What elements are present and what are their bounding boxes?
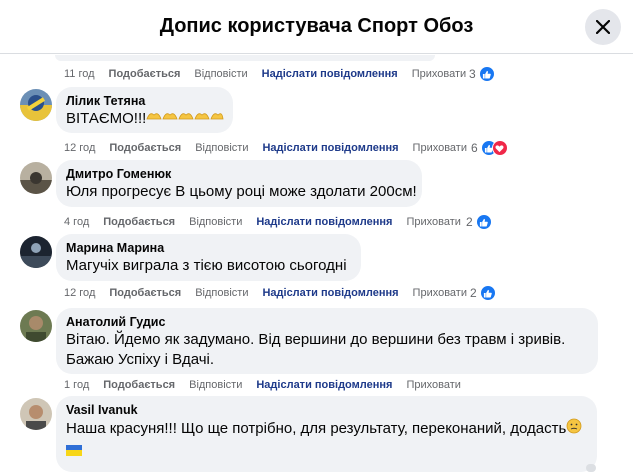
hide-link[interactable]: Приховати <box>406 379 460 391</box>
reaction-summary[interactable]: 3 <box>469 65 495 83</box>
reply-link[interactable]: Відповісти <box>189 216 242 228</box>
comment-time[interactable]: 1 год <box>64 379 89 391</box>
comment-author[interactable]: Анатолий Гудис <box>66 314 588 330</box>
scroll-indicator[interactable] <box>586 464 596 472</box>
reaction-count: 2 <box>466 215 473 229</box>
like-link[interactable]: Подобається <box>109 68 181 80</box>
love-reaction-icon <box>491 140 508 156</box>
reaction-count: 6 <box>471 141 478 155</box>
send-message-link[interactable]: Надіслати повідомлення <box>256 379 392 391</box>
like-link[interactable]: Подобається <box>109 287 181 299</box>
avatar[interactable] <box>20 89 52 121</box>
previous-comment-bubble <box>55 55 435 61</box>
like-link[interactable]: Подобається <box>103 379 175 391</box>
comment-time[interactable]: 12 год <box>64 142 95 154</box>
comment-text-line-2: Бажаю Успіху і Вдачі. <box>66 351 215 368</box>
dialog-header: Допис користувача Спорт Обоз <box>0 0 633 54</box>
send-message-link[interactable]: Надіслати повідомлення <box>262 68 398 80</box>
comment-text-content: Наша красуня!!! Що ще потрібно, для резу… <box>66 419 567 437</box>
comment-bubble: Vasil Ivanuk Наша красуня!!! Що ще потрі… <box>56 396 597 472</box>
comment-actions: 11 год Подобається Відповісти Надіслати … <box>64 66 480 82</box>
reaction-summary[interactable]: 6 <box>471 139 508 157</box>
reaction-count: 3 <box>469 67 476 81</box>
comment-bubble: Анатолий Гудис Вітаю. Йдемо як задумано.… <box>56 308 598 374</box>
flag-line <box>66 440 587 460</box>
like-link[interactable]: Подобається <box>109 142 181 154</box>
comment-author[interactable]: Дмитро Гоменюк <box>66 166 412 182</box>
comment-actions: 12 год Подобається Відповісти Надіслати … <box>64 140 481 156</box>
ukraine-flag-icon <box>66 444 82 456</box>
hide-link[interactable]: Приховати <box>412 68 466 80</box>
thinking-face-emoji-icon <box>566 418 582 440</box>
close-icon <box>596 20 610 34</box>
comment-time[interactable]: 11 год <box>64 68 95 80</box>
comment-text-line-1: Вітаю. Йдемо як задумано. Від вершини до… <box>66 331 566 348</box>
avatar[interactable] <box>20 310 52 342</box>
hide-link[interactable]: Приховати <box>413 142 467 154</box>
comment-bubble: Дмитро Гоменюк Юля прогресує В цьому роц… <box>56 160 422 207</box>
comment-text: Магучіх виграла з тією висотою сьогодні <box>66 257 347 274</box>
comment-bubble: Марина Марина Магучіх виграла з тією вис… <box>56 234 361 281</box>
like-reaction-icon <box>479 285 496 301</box>
avatar[interactable] <box>20 162 52 194</box>
reaction-count: 2 <box>470 286 477 300</box>
comments-feed[interactable]: 11 год Подобається Відповісти Надіслати … <box>0 55 633 472</box>
comment-actions: 1 год Подобається Відповісти Надіслати п… <box>64 377 475 393</box>
send-message-link[interactable]: Надіслати повідомлення <box>262 287 398 299</box>
comment-time[interactable]: 4 год <box>64 216 89 228</box>
dialog-title: Допис користувача Спорт Обоз <box>159 15 474 37</box>
comment-text: ВІТАЄМО!!! <box>66 109 224 129</box>
send-message-link[interactable]: Надіслати повідомлення <box>256 216 392 228</box>
hide-link[interactable]: Приховати <box>406 216 460 228</box>
comment-time[interactable]: 12 год <box>64 287 95 299</box>
comment-actions: 12 год Подобається Відповісти Надіслати … <box>64 285 481 301</box>
reply-link[interactable]: Відповісти <box>194 68 247 80</box>
comment-author[interactable]: Марина Марина <box>66 240 351 256</box>
comment-actions: 4 год Подобається Відповісти Надіслати п… <box>64 214 475 230</box>
like-reaction-icon <box>478 66 495 82</box>
reaction-summary[interactable]: 2 <box>470 284 496 302</box>
comment-text: Наша красуня!!! Що ще потрібно, для резу… <box>66 418 587 440</box>
comment-author[interactable]: Vasil Ivanuk <box>66 402 587 418</box>
reaction-summary[interactable]: 2 <box>466 213 492 231</box>
comment-bubble: Лілик Тетяна ВІТАЄМО!!! <box>56 87 233 133</box>
like-reaction-icon <box>475 214 492 230</box>
send-message-link[interactable]: Надіслати повідомлення <box>262 142 398 154</box>
reply-link[interactable]: Відповісти <box>189 379 242 391</box>
close-button[interactable] <box>585 9 621 45</box>
avatar[interactable] <box>20 236 52 268</box>
like-link[interactable]: Подобається <box>103 216 175 228</box>
avatar[interactable] <box>20 398 52 430</box>
reply-link[interactable]: Відповісти <box>195 142 248 154</box>
hands-emoji-icon <box>146 109 224 129</box>
reply-link[interactable]: Відповісти <box>195 287 248 299</box>
comment-text: Юля прогресує В цьому році може здолати … <box>66 183 417 200</box>
comment-text-content: ВІТАЄМО!!! <box>66 110 147 127</box>
comment-author[interactable]: Лілик Тетяна <box>66 93 223 109</box>
hide-link[interactable]: Приховати <box>413 287 467 299</box>
